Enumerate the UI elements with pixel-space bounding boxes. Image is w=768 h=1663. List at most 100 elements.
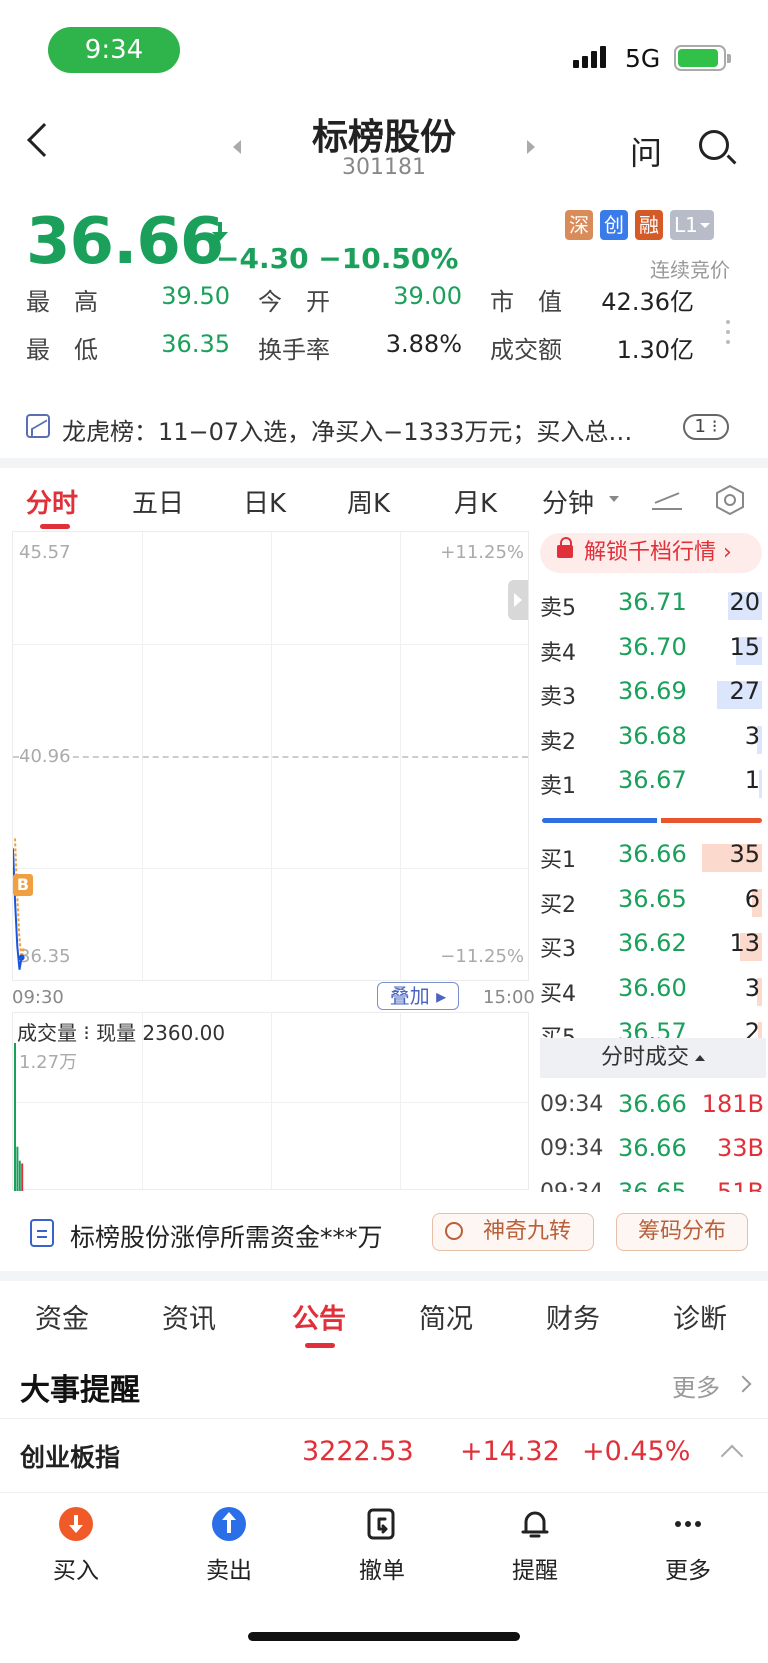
settings-hex-icon[interactable] — [714, 484, 746, 516]
chevron-right-icon[interactable] — [734, 1375, 752, 1393]
events-more-link[interactable]: 更多 — [672, 1368, 720, 1403]
back-icon[interactable] — [27, 123, 61, 157]
ask-price: 36.71 — [618, 588, 687, 616]
nav-more[interactable]: 更多 — [638, 1507, 738, 1585]
tick-price: 36.66 — [618, 1090, 687, 1118]
tab-profile[interactable]: 简况 — [419, 1297, 473, 1336]
stat-value-open: 39.00 — [393, 282, 462, 310]
bid-level-4[interactable]: 买4 36.60 3 — [540, 968, 762, 1012]
overlay-button[interactable]: 叠加 ▸ — [377, 982, 459, 1010]
tab-five-day[interactable]: 五日 — [132, 483, 184, 520]
volume-chart[interactable]: 成交量 ⁝ 现量 2360.00 1.27万 — [12, 1012, 529, 1191]
chart-trend-icon — [26, 414, 50, 438]
nav-buy[interactable]: 买入 — [26, 1507, 126, 1585]
unlock-label: 解锁千档行情 › — [584, 540, 732, 565]
dragon-tiger-badge[interactable]: 1 ⁝ — [683, 414, 729, 440]
prev-stock-icon[interactable] — [233, 140, 241, 154]
price-change: −4.30 −10.50% — [216, 242, 458, 275]
ask-price: 36.69 — [618, 677, 687, 705]
nav-alert[interactable]: 提醒 — [485, 1507, 585, 1585]
lock-icon — [557, 537, 573, 558]
tab-minute[interactable]: 分钟 — [542, 483, 594, 520]
ask-price: 36.70 — [618, 632, 687, 661]
ask-level-4[interactable]: 卖2 36.68 3 — [540, 716, 762, 760]
tab-news[interactable]: 资讯 — [162, 1297, 216, 1336]
stat-value-low: 36.35 — [161, 330, 230, 358]
current-price: 36.66 — [26, 205, 224, 279]
status-time: 9:34 — [48, 27, 180, 73]
tag-margin: 融 — [635, 210, 663, 240]
tab-monthly-k[interactable]: 月K — [454, 483, 497, 520]
events-title: 大事提醒 — [20, 1373, 140, 1408]
tab-funds[interactable]: 资金 — [35, 1297, 89, 1336]
tick-row: 09:34 36.65 51B — [540, 1172, 766, 1192]
sell-arrow-icon — [212, 1507, 246, 1541]
ask-level-3[interactable]: 卖3 36.69 27 — [540, 671, 762, 715]
nav-sell[interactable]: 卖出 — [179, 1507, 279, 1585]
buy-arrow-icon — [59, 1507, 93, 1541]
change-percent: −10.50% — [318, 242, 459, 275]
ask-label: 卖3 — [540, 685, 576, 710]
stat-label-marketcap: 市 值 — [490, 288, 562, 316]
signal-icon — [573, 46, 609, 68]
bid-level-3[interactable]: 买3 36.62 13 — [540, 923, 762, 967]
divider — [0, 458, 768, 468]
tab-announcements[interactable]: 公告 — [292, 1297, 346, 1336]
nav-cancel-order[interactable]: 撤单 — [332, 1507, 432, 1585]
search-icon[interactable] — [699, 130, 729, 160]
stat-label-open: 今 开 — [258, 288, 330, 316]
chip-distribution-button[interactable]: 筹码分布 — [616, 1213, 748, 1251]
bid-volume: 2 — [744, 1018, 760, 1038]
tick-row: 09:34 36.66 33B — [540, 1128, 766, 1172]
draw-line-icon[interactable] — [652, 488, 682, 510]
down-arrow-icon — [212, 222, 228, 241]
ask-price: 36.67 — [618, 766, 687, 794]
intraday-chart[interactable]: 45.57 +11.25% 40.96 36.35 −11.25% B — [12, 531, 529, 981]
bid-volume: 13 — [729, 929, 760, 957]
bid-level-5[interactable]: 买5 36.57 2 — [540, 1012, 762, 1038]
bid-level-2[interactable]: 买2 36.65 6 — [540, 879, 762, 923]
tag-level1-dropdown[interactable]: L1 — [670, 210, 714, 240]
bid-price: 36.62 — [618, 929, 687, 957]
tab-financials[interactable]: 财务 — [546, 1297, 600, 1336]
stat-value-turnover: 3.88% — [385, 330, 462, 358]
dragon-tiger-text[interactable]: 龙虎榜：11−07入选，净买入−1333万元；买入总… — [62, 412, 632, 447]
tab-diagnosis[interactable]: 诊断 — [673, 1297, 727, 1336]
ask-level-1[interactable]: 卖5 36.71 20 — [540, 582, 762, 626]
tab-weekly-k[interactable]: 周K — [347, 483, 390, 520]
dragon-tiger-count: 1 — [694, 416, 706, 437]
ask-label: 卖4 — [540, 640, 576, 666]
tab-intraday[interactable]: 分时 — [26, 483, 78, 520]
bid-volume: 3 — [744, 973, 760, 1002]
magic-nine-label: 神奇九转 — [482, 1219, 571, 1244]
network-type: 5G — [625, 44, 661, 73]
stock-name: 标榜股份 — [311, 117, 456, 158]
stat-label-turnover: 换手率 — [258, 336, 330, 364]
stats-more-icon[interactable] — [726, 320, 730, 350]
home-indicator[interactable] — [248, 1632, 520, 1641]
ask-level-5[interactable]: 卖1 36.67 1 — [540, 760, 762, 804]
limit-up-funds-text[interactable]: 标榜股份涨停所需资金***万 — [70, 1218, 383, 1254]
tab-active-indicator — [40, 524, 70, 529]
tab-daily-k[interactable]: 日K — [243, 483, 286, 520]
last-price-point — [18, 954, 25, 961]
chevron-down-icon — [609, 496, 619, 502]
bid-level-1[interactable]: 买1 36.66 35 — [540, 834, 762, 878]
ask-button[interactable]: 问 — [630, 128, 662, 174]
tag-shenzhen: 深 — [565, 210, 593, 240]
document-icon — [30, 1219, 54, 1247]
bell-icon — [521, 1511, 549, 1538]
bid-price: 36.57 — [618, 1018, 687, 1038]
stock-code: 301181 — [342, 155, 426, 180]
bid-label: 买2 — [540, 892, 576, 918]
ask-label: 卖2 — [540, 729, 576, 755]
ask-volume: 3 — [744, 721, 760, 750]
next-stock-icon[interactable] — [527, 140, 535, 154]
unlock-depth-button[interactable]: 解锁千档行情 › — [540, 533, 762, 573]
ask-level-2[interactable]: 卖4 36.70 15 — [540, 627, 762, 671]
tick-trades-header[interactable]: 分时成交 — [540, 1038, 766, 1078]
bid-price: 36.65 — [618, 884, 687, 913]
tag-chinext: 创 — [600, 210, 628, 240]
tab-active-indicator — [305, 1343, 335, 1348]
magic-nine-button[interactable]: 神奇九转 — [432, 1213, 594, 1251]
